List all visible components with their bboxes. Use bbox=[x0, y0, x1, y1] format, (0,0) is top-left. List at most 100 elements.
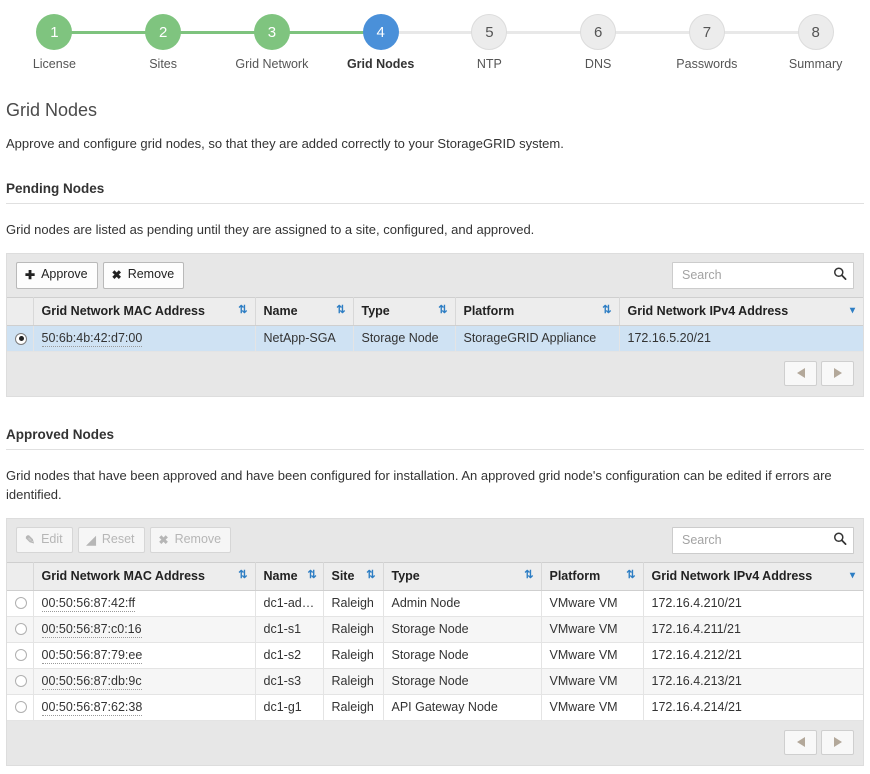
approved-search[interactable] bbox=[672, 526, 854, 554]
cell-platform: VMware VM bbox=[541, 694, 644, 721]
approved-search-input[interactable] bbox=[672, 526, 854, 554]
wizard-step-passwords[interactable]: 7 Passwords bbox=[653, 0, 762, 78]
row-radio-button[interactable] bbox=[15, 332, 28, 345]
cell-mac[interactable]: 00:50:56:87:c0:16 bbox=[33, 616, 256, 643]
cell-mac[interactable]: 00:50:56:87:42:ff bbox=[33, 590, 256, 617]
wizard-step-dns[interactable]: 6 DNS bbox=[544, 0, 653, 78]
mac-address-link[interactable]: 00:50:56:87:79:ee bbox=[41, 647, 143, 664]
plus-icon: ✚ bbox=[25, 267, 36, 282]
cell-mac[interactable]: 00:50:56:87:79:ee bbox=[33, 642, 256, 669]
pending-approve-button[interactable]: ✚ Approve bbox=[16, 262, 98, 289]
cell-mac[interactable]: 00:50:56:87:62:38 bbox=[33, 694, 256, 721]
row-select-cell[interactable] bbox=[7, 616, 34, 643]
column-header-label: Grid Network MAC Address bbox=[41, 568, 205, 583]
pending-search[interactable] bbox=[672, 261, 854, 289]
column-header-platform[interactable]: Platform ⇅ bbox=[455, 296, 620, 326]
wizard-step-label: DNS bbox=[584, 57, 612, 71]
cross-icon: ✖ bbox=[158, 532, 169, 547]
sort-toggle-icon[interactable]: ⇅ bbox=[626, 570, 635, 581]
wizard-step-sites[interactable]: 2 Sites bbox=[109, 0, 218, 78]
pending-search-input[interactable] bbox=[672, 261, 854, 289]
approved-prev-page-button[interactable] bbox=[784, 729, 817, 755]
table-row[interactable]: 00:50:56:87:62:38 dc1-g1 Raleigh API Gatewa… bbox=[7, 694, 863, 721]
mac-address-link[interactable]: 50:6b:4b:42:d7:00 bbox=[41, 330, 143, 347]
column-header-type[interactable]: Type ⇅ bbox=[353, 296, 456, 326]
table-row[interactable]: 00:50:56:87:79:ee dc1-s2 Raleigh Storage No… bbox=[7, 642, 863, 669]
cell-name: NetApp-SGA bbox=[255, 325, 354, 352]
column-header-platform[interactable]: Platform ⇅ bbox=[541, 561, 644, 591]
wizard-step-number: 7 bbox=[688, 14, 725, 50]
cell-platform: VMware VM bbox=[541, 642, 644, 669]
table-row[interactable]: 00:50:56:87:42:ff dc1-adm1 Raleigh Admin No… bbox=[7, 590, 863, 617]
wizard-step-license[interactable]: 1 License bbox=[0, 0, 109, 78]
row-select-cell[interactable] bbox=[7, 694, 34, 721]
pending-prev-page-button[interactable] bbox=[784, 360, 817, 386]
column-header-name[interactable]: Name ⇅ bbox=[255, 561, 324, 591]
mac-address-link[interactable]: 00:50:56:87:c0:16 bbox=[41, 621, 142, 638]
pending-table-body: 50:6b:4b:42:d7:00 NetApp-SGA Storage Node S… bbox=[7, 325, 863, 352]
mac-address-link[interactable]: 00:50:56:87:db:9c bbox=[41, 673, 142, 690]
approved-next-page-button[interactable] bbox=[821, 729, 854, 755]
cell-type: Storage Node bbox=[383, 668, 542, 695]
column-header-label: Grid Network IPv4 Address bbox=[627, 303, 789, 318]
sort-toggle-icon[interactable]: ⇅ bbox=[238, 570, 247, 581]
cell-type: Storage Node bbox=[383, 616, 542, 643]
wizard-step-number: 1 bbox=[36, 14, 73, 50]
column-header-label: Platform bbox=[549, 568, 601, 583]
column-header-type[interactable]: Type ⇅ bbox=[383, 561, 542, 591]
row-radio-button[interactable] bbox=[15, 623, 28, 636]
sort-descending-icon[interactable]: ▾ bbox=[850, 305, 855, 316]
approved-table-body: 00:50:56:87:42:ff dc1-adm1 Raleigh Admin No… bbox=[7, 590, 863, 721]
pending-next-page-button[interactable] bbox=[821, 360, 854, 386]
cell-type: Storage Node bbox=[353, 325, 456, 352]
row-select-cell[interactable] bbox=[7, 590, 34, 617]
column-header-label: Grid Network MAC Address bbox=[41, 303, 205, 318]
sort-toggle-icon[interactable]: ⇅ bbox=[238, 305, 247, 316]
sort-toggle-icon[interactable]: ⇅ bbox=[308, 570, 317, 581]
sort-descending-icon[interactable]: ▾ bbox=[850, 570, 855, 581]
cell-mac[interactable]: 50:6b:4b:42:d7:00 bbox=[33, 325, 256, 352]
wizard-step-grid-network[interactable]: 3 Grid Network bbox=[218, 0, 327, 78]
column-header-grid-network-mac-address[interactable]: Grid Network MAC Address ⇅ bbox=[33, 561, 256, 591]
row-select-cell[interactable] bbox=[7, 668, 34, 695]
sort-toggle-icon[interactable]: ⇅ bbox=[524, 570, 533, 581]
mac-address-link[interactable]: 00:50:56:87:62:38 bbox=[41, 699, 143, 716]
column-header-label: Type bbox=[361, 303, 390, 318]
mac-address-link[interactable]: 00:50:56:87:42:ff bbox=[41, 595, 136, 612]
row-radio-button[interactable] bbox=[15, 649, 28, 662]
sort-toggle-icon[interactable]: ⇅ bbox=[366, 570, 375, 581]
wizard-step-grid-nodes[interactable]: 4 Grid Nodes bbox=[326, 0, 435, 78]
row-select-cell[interactable] bbox=[7, 325, 34, 352]
pending-nodes-heading: Pending Nodes bbox=[6, 181, 864, 204]
cell-platform: VMware VM bbox=[541, 668, 644, 695]
approved-nodes-panel: ✎ Edit ◢ Reset ✖ Remove Grid Network MAC Addr… bbox=[6, 517, 864, 766]
cell-platform: VMware VM bbox=[541, 590, 644, 617]
table-row[interactable]: 50:6b:4b:42:d7:00 NetApp-SGA Storage Node S… bbox=[7, 325, 863, 352]
pending-remove-button[interactable]: ✖ Remove bbox=[102, 262, 185, 289]
column-header-name[interactable]: Name ⇅ bbox=[255, 296, 354, 326]
row-radio-button[interactable] bbox=[15, 701, 28, 714]
pending-nodes-table: Grid Network MAC Address ⇅ Name ⇅ Type ⇅ Platf… bbox=[7, 296, 863, 352]
sort-toggle-icon[interactable]: ⇅ bbox=[336, 305, 345, 316]
column-header-grid-network-ipv4-address[interactable]: Grid Network IPv4 Address ▾ bbox=[643, 561, 863, 591]
wizard-step-list: 1 License 2 Sites 3 Grid Network 4 Grid Nodes 5 N… bbox=[0, 0, 870, 78]
table-row[interactable]: 00:50:56:87:c0:16 dc1-s1 Raleigh Storage No… bbox=[7, 616, 863, 643]
button-label: Edit bbox=[41, 531, 63, 546]
row-radio-button[interactable] bbox=[15, 675, 28, 688]
wizard-step-ntp[interactable]: 5 NTP bbox=[435, 0, 544, 78]
column-header-grid-network-mac-address[interactable]: Grid Network MAC Address ⇅ bbox=[33, 296, 256, 326]
column-header-grid-network-ipv4-address[interactable]: Grid Network IPv4 Address ▾ bbox=[619, 296, 863, 326]
wizard-step-number: 3 bbox=[253, 14, 290, 50]
approved-nodes-heading: Approved Nodes bbox=[6, 427, 864, 450]
sort-toggle-icon[interactable]: ⇅ bbox=[602, 305, 611, 316]
row-radio-button[interactable] bbox=[15, 597, 28, 610]
wizard-step-label: Sites bbox=[149, 57, 178, 71]
sort-toggle-icon[interactable]: ⇅ bbox=[438, 305, 447, 316]
column-header-site[interactable]: Site ⇅ bbox=[323, 561, 384, 591]
cell-platform: StorageGRID Appliance bbox=[455, 325, 620, 352]
wizard-step-summary[interactable]: 8 Summary bbox=[761, 0, 870, 78]
approved-pagination bbox=[784, 729, 854, 755]
cell-mac[interactable]: 00:50:56:87:db:9c bbox=[33, 668, 256, 695]
table-row[interactable]: 00:50:56:87:db:9c dc1-s3 Raleigh Storage No… bbox=[7, 668, 863, 695]
row-select-cell[interactable] bbox=[7, 642, 34, 669]
